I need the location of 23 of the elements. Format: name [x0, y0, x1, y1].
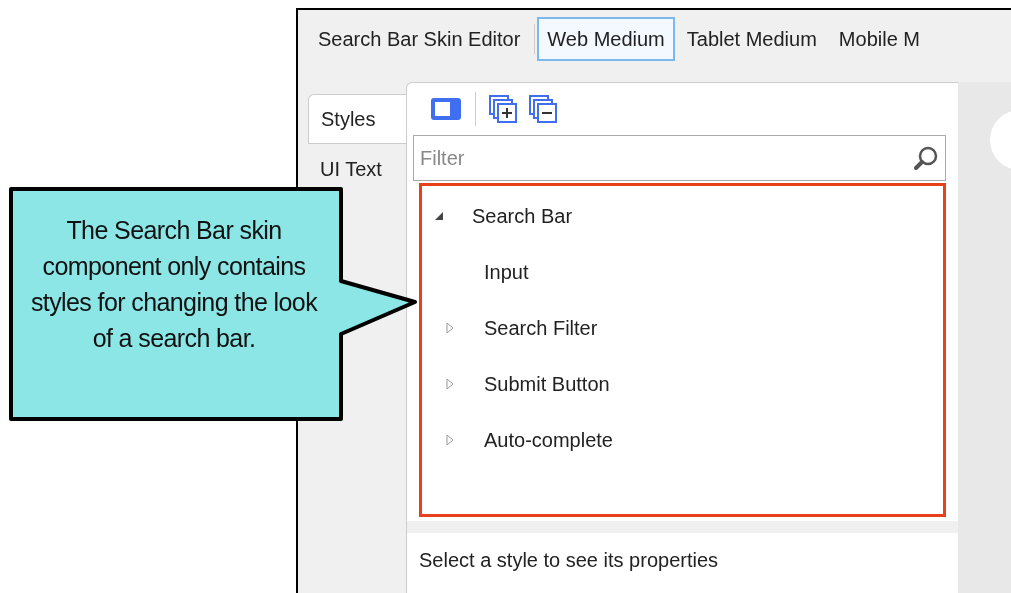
editor-tab[interactable]: Web Medium [537, 17, 675, 61]
callout-text: The Search Bar skin component only contains styles for changing the look of a search bar. [29, 215, 319, 354]
tree-item[interactable]: Search Bar [472, 201, 573, 231]
panel-icon[interactable] [429, 95, 463, 123]
tree-item[interactable]: Submit Button [484, 369, 610, 399]
tree-item[interactable]: Input [484, 257, 529, 287]
remove-copy-icon[interactable] [528, 94, 560, 124]
editor-tab[interactable]: Search Bar Skin Editor [308, 17, 531, 61]
status-text: Select a style to see its properties [419, 548, 720, 573]
collapsed-arrow-icon[interactable] [446, 322, 454, 334]
tree-item[interactable]: Auto-complete [484, 425, 613, 455]
expanded-arrow-icon[interactable] [434, 211, 444, 221]
collapsed-arrow-icon[interactable] [446, 378, 454, 390]
filter-field[interactable]: Filter [413, 135, 946, 181]
collapsed-arrow-icon[interactable] [446, 434, 454, 446]
side-tab[interactable]: UI Text [308, 144, 406, 194]
add-copy-icon[interactable] [488, 94, 520, 124]
search-icon[interactable] [913, 145, 939, 171]
side-tab[interactable]: Styles [308, 94, 406, 144]
tree-item[interactable]: Search Filter [484, 313, 598, 343]
editor-tab[interactable]: Tablet Medium [676, 17, 827, 61]
editor-tab[interactable]: Mobile M [828, 17, 930, 61]
filter-input[interactable]: Filter [420, 143, 913, 173]
